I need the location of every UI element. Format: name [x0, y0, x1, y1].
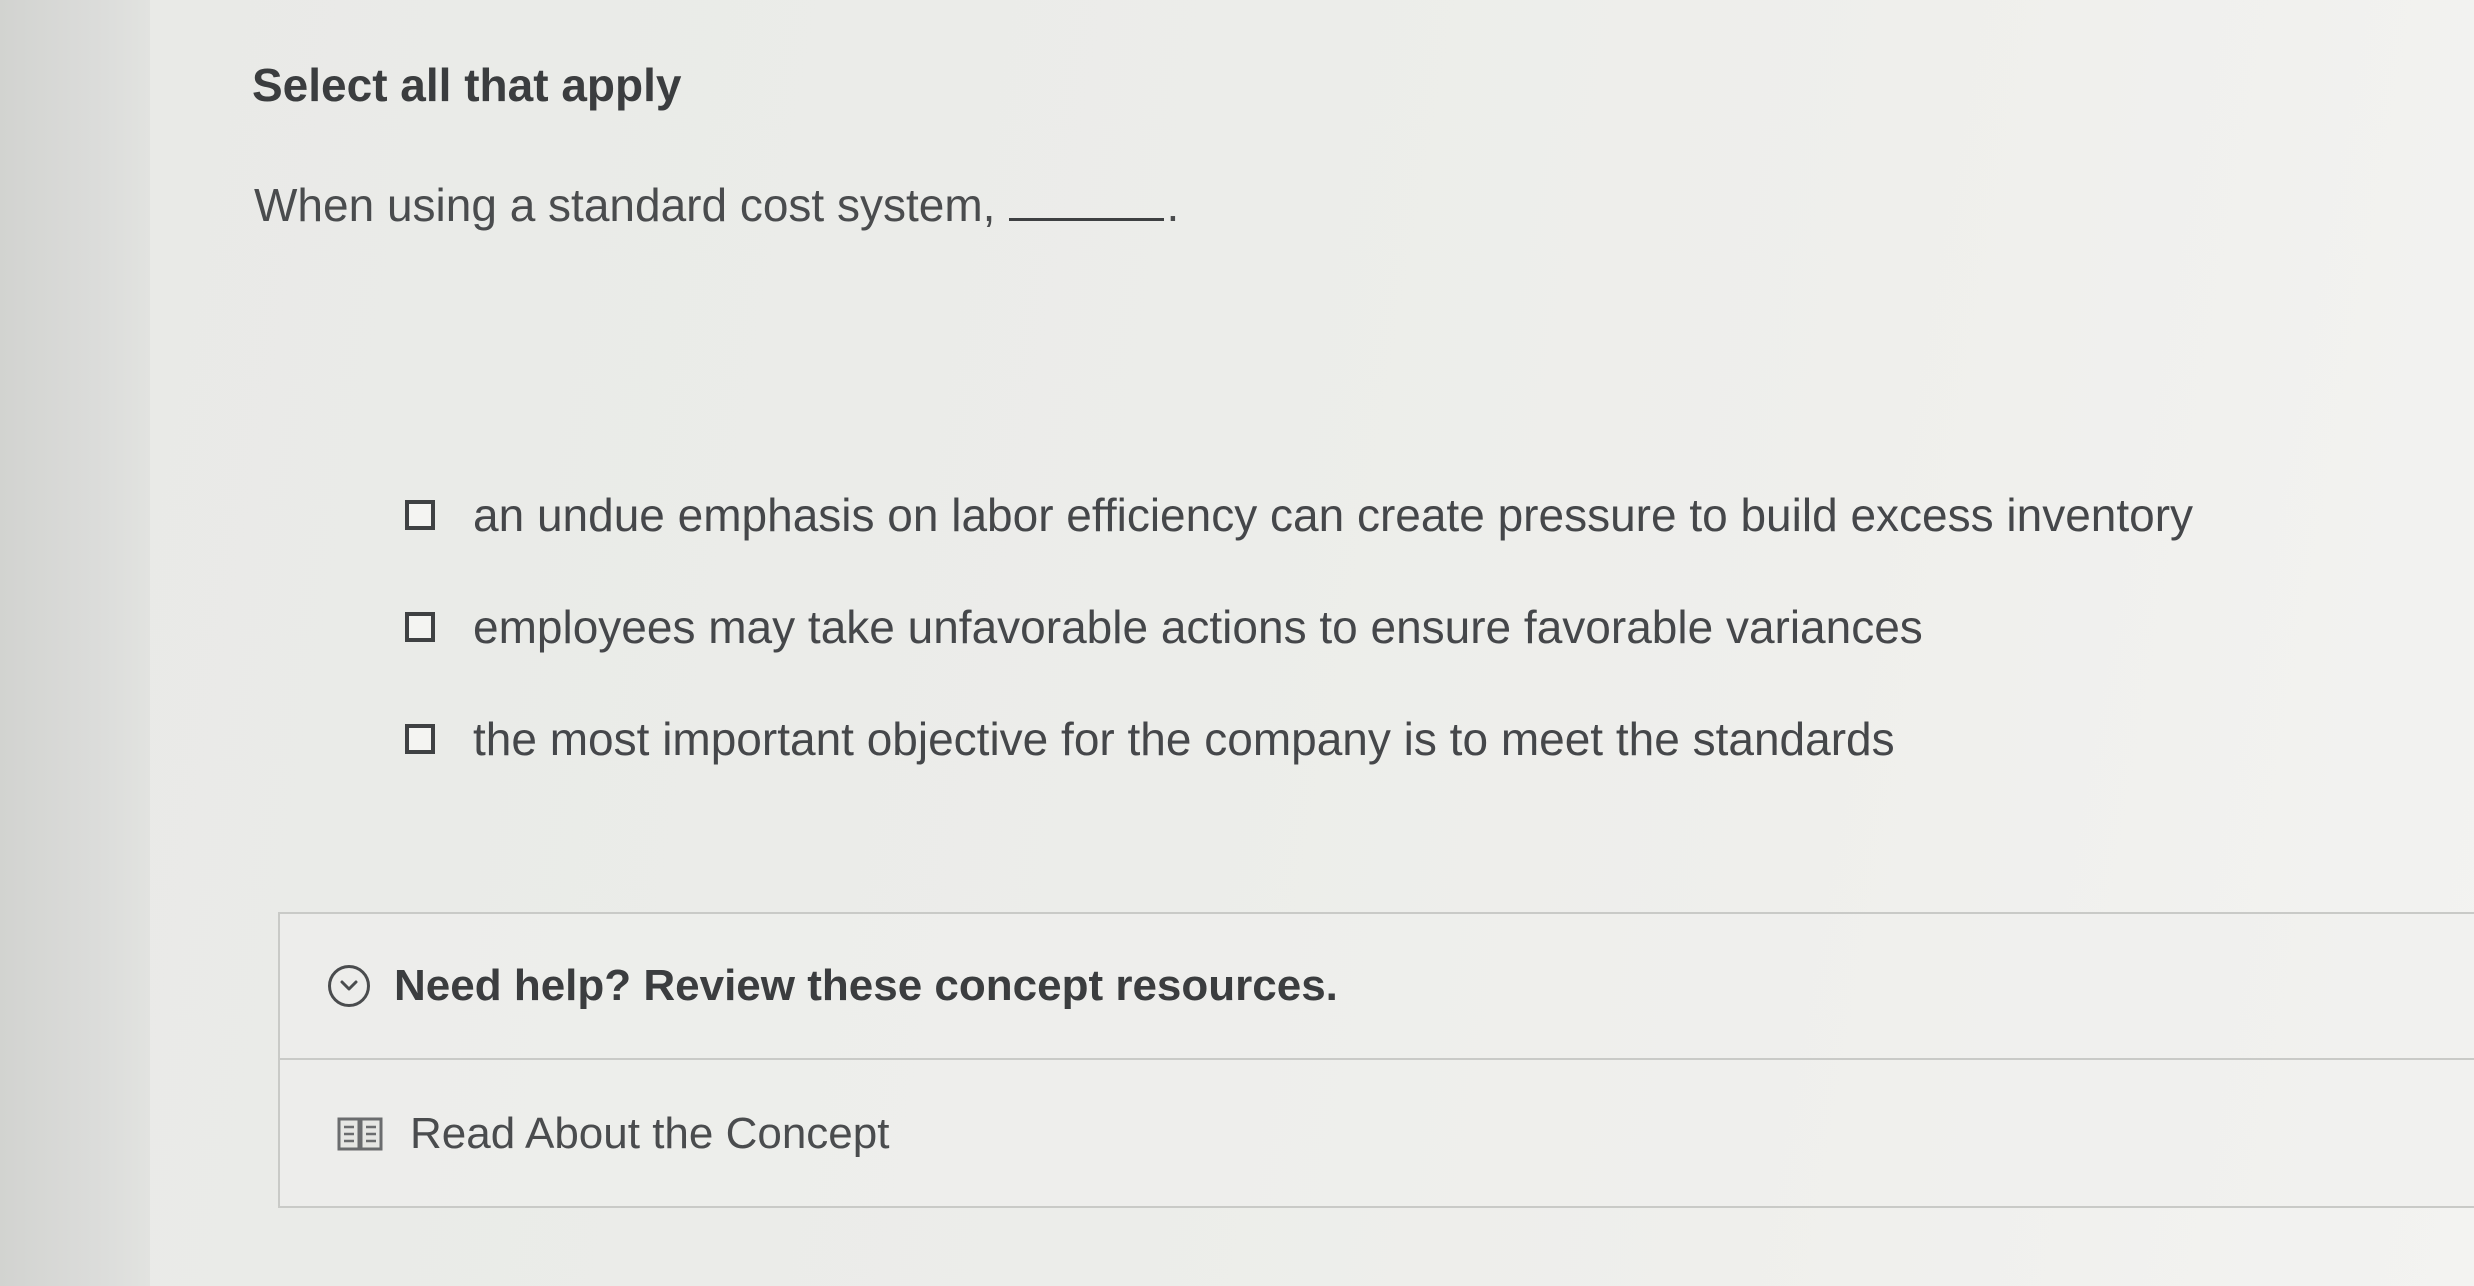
answer-choice[interactable]: employees may take unfavorable actions t…: [405, 592, 2193, 662]
answer-choice-label[interactable]: employees may take unfavorable actions t…: [473, 600, 1923, 654]
book-icon: [336, 1114, 386, 1154]
read-about-concept-link[interactable]: Read About the Concept: [280, 1060, 2474, 1208]
read-about-concept-label[interactable]: Read About the Concept: [410, 1109, 889, 1159]
chevron-down-circle-icon[interactable]: [328, 965, 370, 1007]
question-stem: When using a standard cost system, .: [254, 178, 1179, 232]
answer-checkbox[interactable]: [405, 724, 435, 754]
question-stem-text: When using a standard cost system,: [254, 179, 996, 231]
answer-choice-label[interactable]: an undue emphasis on labor efficiency ca…: [473, 488, 2193, 542]
answer-choice[interactable]: an undue emphasis on labor efficiency ca…: [405, 480, 2193, 550]
answer-choice[interactable]: the most important objective for the com…: [405, 704, 2193, 774]
answer-checkbox[interactable]: [405, 612, 435, 642]
answer-choices: an undue emphasis on labor efficiency ca…: [405, 480, 2193, 816]
left-gutter: [0, 0, 150, 1286]
question-stem-end: .: [1166, 179, 1180, 231]
fill-in-blank: [1009, 182, 1165, 221]
answer-checkbox[interactable]: [405, 500, 435, 530]
concept-resources-panel: Need help? Review these concept resource…: [278, 912, 2474, 1208]
instruction-heading: Select all that apply: [252, 59, 682, 111]
concept-resources-title[interactable]: Need help? Review these concept resource…: [394, 961, 1338, 1011]
answer-choice-label[interactable]: the most important objective for the com…: [473, 712, 1895, 766]
concept-resources-toggle[interactable]: Need help? Review these concept resource…: [280, 914, 2474, 1060]
